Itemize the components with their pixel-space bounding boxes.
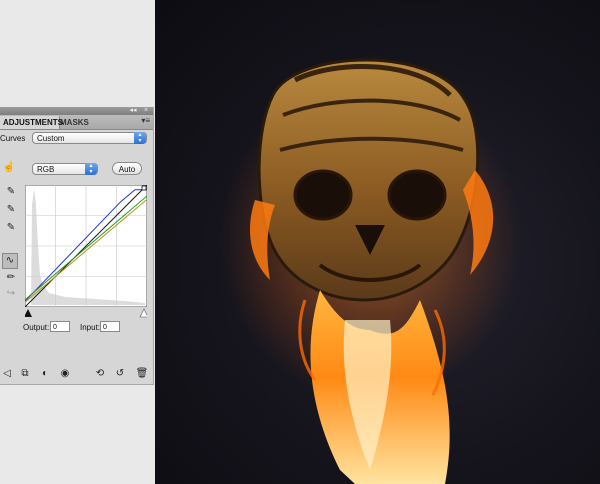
curve-endpoint-white[interactable]: [141, 185, 147, 191]
adjustments-panel: ◂◂ × ADJUSTMENTS MASKS ▾≡ Curves Custom …: [0, 107, 154, 385]
flaming-skull-artwork: [220, 58, 520, 484]
document-canvas[interactable]: [155, 0, 600, 484]
view-previous-icon[interactable]: ⟲: [93, 367, 107, 381]
channel-select[interactable]: RGB ▴ ▾: [32, 163, 98, 175]
output-field[interactable]: 0: [50, 321, 70, 332]
clip-layer-icon[interactable]: ⧉: [18, 367, 32, 381]
trash-icon[interactable]: 🗑: [135, 367, 149, 381]
input-label: Input:: [80, 323, 101, 332]
curves-label: Curves: [0, 134, 26, 143]
chevron-updown-icon: ▴ ▾: [134, 132, 146, 144]
black-eyedropper-icon[interactable]: ✎: [4, 185, 18, 199]
channel-value: RGB: [37, 165, 55, 174]
reset-icon[interactable]: ↺: [113, 367, 127, 381]
panel-tab-bar: ADJUSTMENTS MASKS ▾≡: [0, 115, 153, 130]
gray-eyedropper-icon[interactable]: ✎: [4, 203, 18, 217]
panel-bottom-bar: ◁ ⧉ ◐ ◉ ⟲ ↺ 🗑: [0, 365, 153, 383]
return-icon[interactable]: ◁: [0, 367, 14, 381]
close-panel-icon[interactable]: ×: [141, 107, 151, 115]
white-eyedropper-icon[interactable]: ✎: [4, 221, 18, 235]
auto-button[interactable]: Auto: [112, 162, 142, 175]
tab-adjustments[interactable]: ADJUSTMENTS: [0, 116, 63, 129]
layer-mask-icon[interactable]: ◐: [38, 367, 52, 381]
black-point-slider[interactable]: [25, 309, 32, 317]
output-label: Output:: [23, 323, 50, 332]
curve-mode-icon[interactable]: ∿: [2, 253, 18, 269]
panel-menu-icon[interactable]: ▾≡: [141, 116, 150, 125]
gradient-bar: [25, 308, 147, 318]
smooth-icon[interactable]: ↪: [4, 287, 18, 301]
preset-value: Custom: [37, 134, 65, 143]
curves-graph[interactable]: [25, 185, 147, 307]
preset-select[interactable]: Custom ▴ ▾: [32, 132, 147, 144]
white-point-slider[interactable]: [139, 308, 147, 318]
input-field[interactable]: 0: [100, 321, 120, 332]
hand-adjust-icon[interactable]: ☝: [2, 161, 16, 175]
visibility-eye-icon[interactable]: ◉: [58, 367, 72, 381]
tab-masks[interactable]: MASKS: [57, 116, 92, 129]
collapse-icon[interactable]: ◂◂: [128, 107, 138, 115]
chevron-updown-icon: ▴ ▾: [85, 163, 97, 175]
pencil-mode-icon[interactable]: ✏: [4, 271, 18, 285]
panel-title-bar[interactable]: ◂◂ ×: [0, 107, 153, 115]
